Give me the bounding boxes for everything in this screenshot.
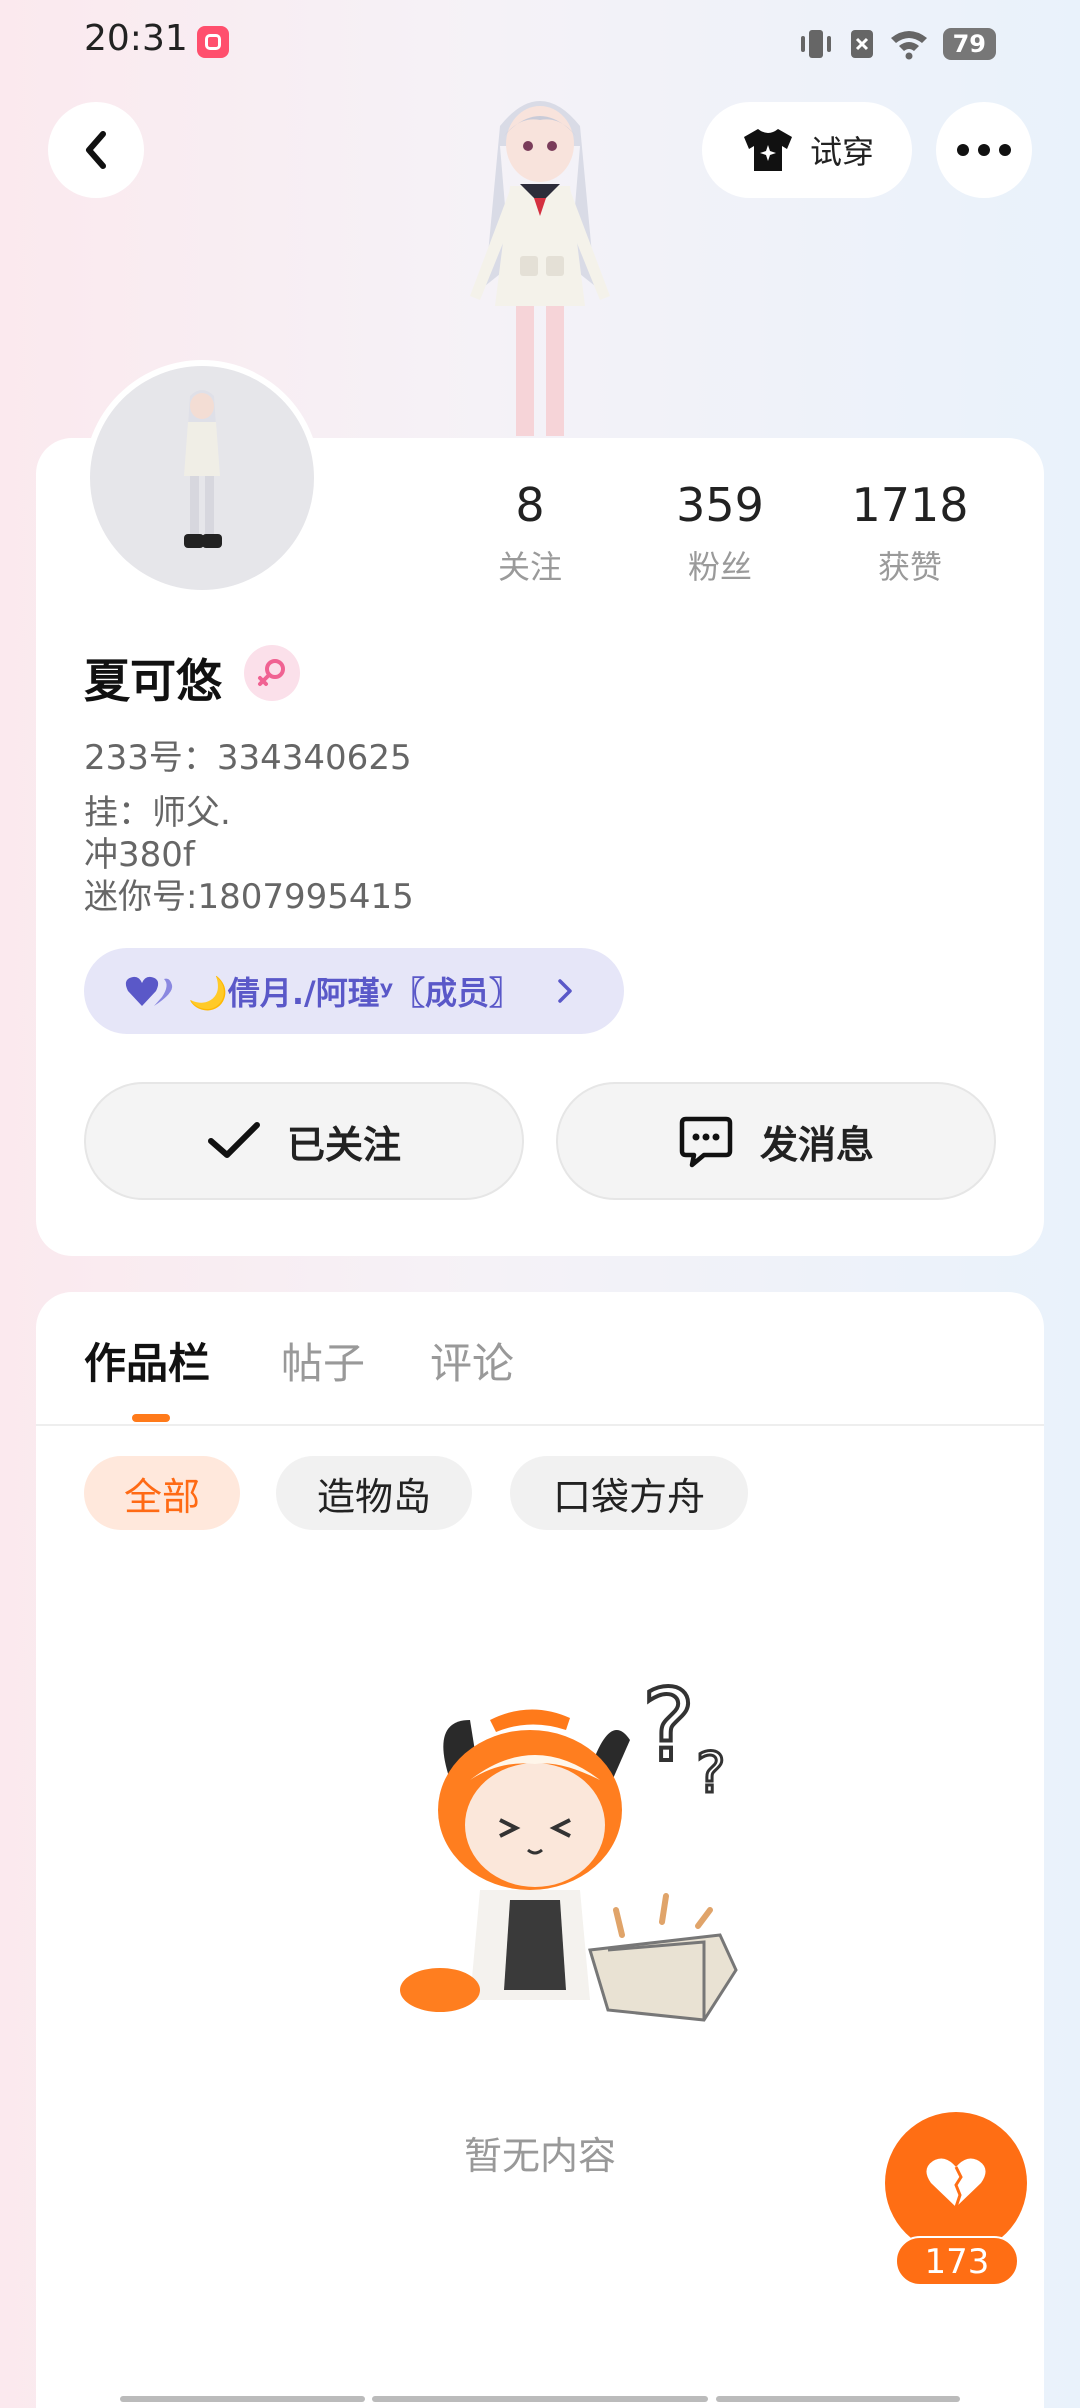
try-on-label: 试穿 [809, 133, 874, 171]
like-count: 173 [895, 2236, 1019, 2286]
double-heart-icon [125, 976, 173, 1006]
stat-followers-count: 359 [676, 478, 764, 532]
user-id: 233号：334340625 [84, 738, 412, 778]
more-dots-icon [957, 144, 1011, 156]
avatar-character-illustration [470, 101, 610, 436]
profile-name: 夏可悠 [84, 654, 222, 708]
female-gender-icon [244, 645, 300, 701]
tab-comments[interactable]: 评论 [430, 1330, 514, 1391]
wifi-icon [890, 31, 927, 60]
stat-likes-label: 获赞 [877, 548, 942, 586]
bio-line: 挂：师父. [84, 793, 231, 833]
like-fab[interactable] [885, 2112, 1027, 2254]
stat-followers[interactable]: 359 粉丝 [630, 478, 810, 588]
tab-posts[interactable]: 帖子 [281, 1330, 365, 1391]
bio-line: 迷你号:1807995415 [84, 877, 414, 917]
stat-following[interactable]: 8 关注 [440, 478, 620, 588]
bio-line: 冲380f [84, 835, 195, 875]
svg-text:?: ? [642, 1667, 695, 1784]
profile-bio: 挂：师父. 冲380f 迷你号:1807995415 [84, 792, 414, 918]
battery-indicator: 79 [942, 28, 996, 60]
svg-text:?: ? [696, 1741, 726, 1806]
tab-divider [36, 1424, 1044, 1426]
try-on-button[interactable]: 试穿 [702, 102, 912, 198]
app-notification-icon [197, 26, 229, 58]
chat-bubble-icon [679, 1116, 733, 1168]
tab-works[interactable]: 作品栏 [84, 1330, 210, 1391]
back-button[interactable] [48, 102, 144, 198]
send-message-label: 发消息 [759, 1122, 874, 1167]
group-name: 🌙倩月./阿瑾ʸ〖成员〗 [188, 974, 522, 1012]
tshirt-icon [743, 129, 792, 171]
status-bar: 20:31 79 [0, 0, 1080, 84]
chip-pocket-ark[interactable]: 口袋方舟 [510, 1456, 748, 1530]
stat-likes-count: 1718 [851, 478, 969, 532]
empty-state-illustration: ? ? [400, 1665, 738, 2022]
stat-following-label: 关注 [497, 548, 562, 586]
heart-icon [926, 2158, 986, 2208]
tab-indicator [132, 1414, 170, 1422]
sim-off-icon [850, 30, 873, 58]
status-time: 20:31 [84, 18, 188, 59]
stats-row: 8 关注 359 粉丝 1718 获赞 [440, 478, 1000, 588]
followed-label: 已关注 [286, 1122, 401, 1167]
chevron-left-icon [86, 131, 106, 169]
more-button[interactable] [936, 102, 1032, 198]
female-symbol-icon [258, 659, 285, 686]
chevron-right-icon [558, 979, 572, 1003]
scroll-indicator [120, 2396, 365, 2402]
vibrate-icon [800, 30, 831, 58]
followed-button[interactable]: 已关注 [84, 1082, 524, 1200]
scroll-indicator [716, 2396, 960, 2402]
status-icons: 79 [797, 24, 996, 64]
stat-followers-label: 粉丝 [687, 548, 752, 586]
chip-all[interactable]: 全部 [84, 1456, 240, 1530]
avatar[interactable] [84, 360, 320, 596]
stat-following-count: 8 [515, 478, 545, 532]
chip-creation-island[interactable]: 造物岛 [276, 1456, 472, 1530]
stat-likes[interactable]: 1718 获赞 [820, 478, 1000, 588]
group-badge[interactable]: 🌙倩月./阿瑾ʸ〖成员〗 [84, 948, 624, 1034]
scroll-indicator [372, 2396, 708, 2402]
avatar-figure [184, 390, 222, 548]
check-icon [207, 1122, 260, 1158]
send-message-button[interactable]: 发消息 [556, 1082, 996, 1200]
